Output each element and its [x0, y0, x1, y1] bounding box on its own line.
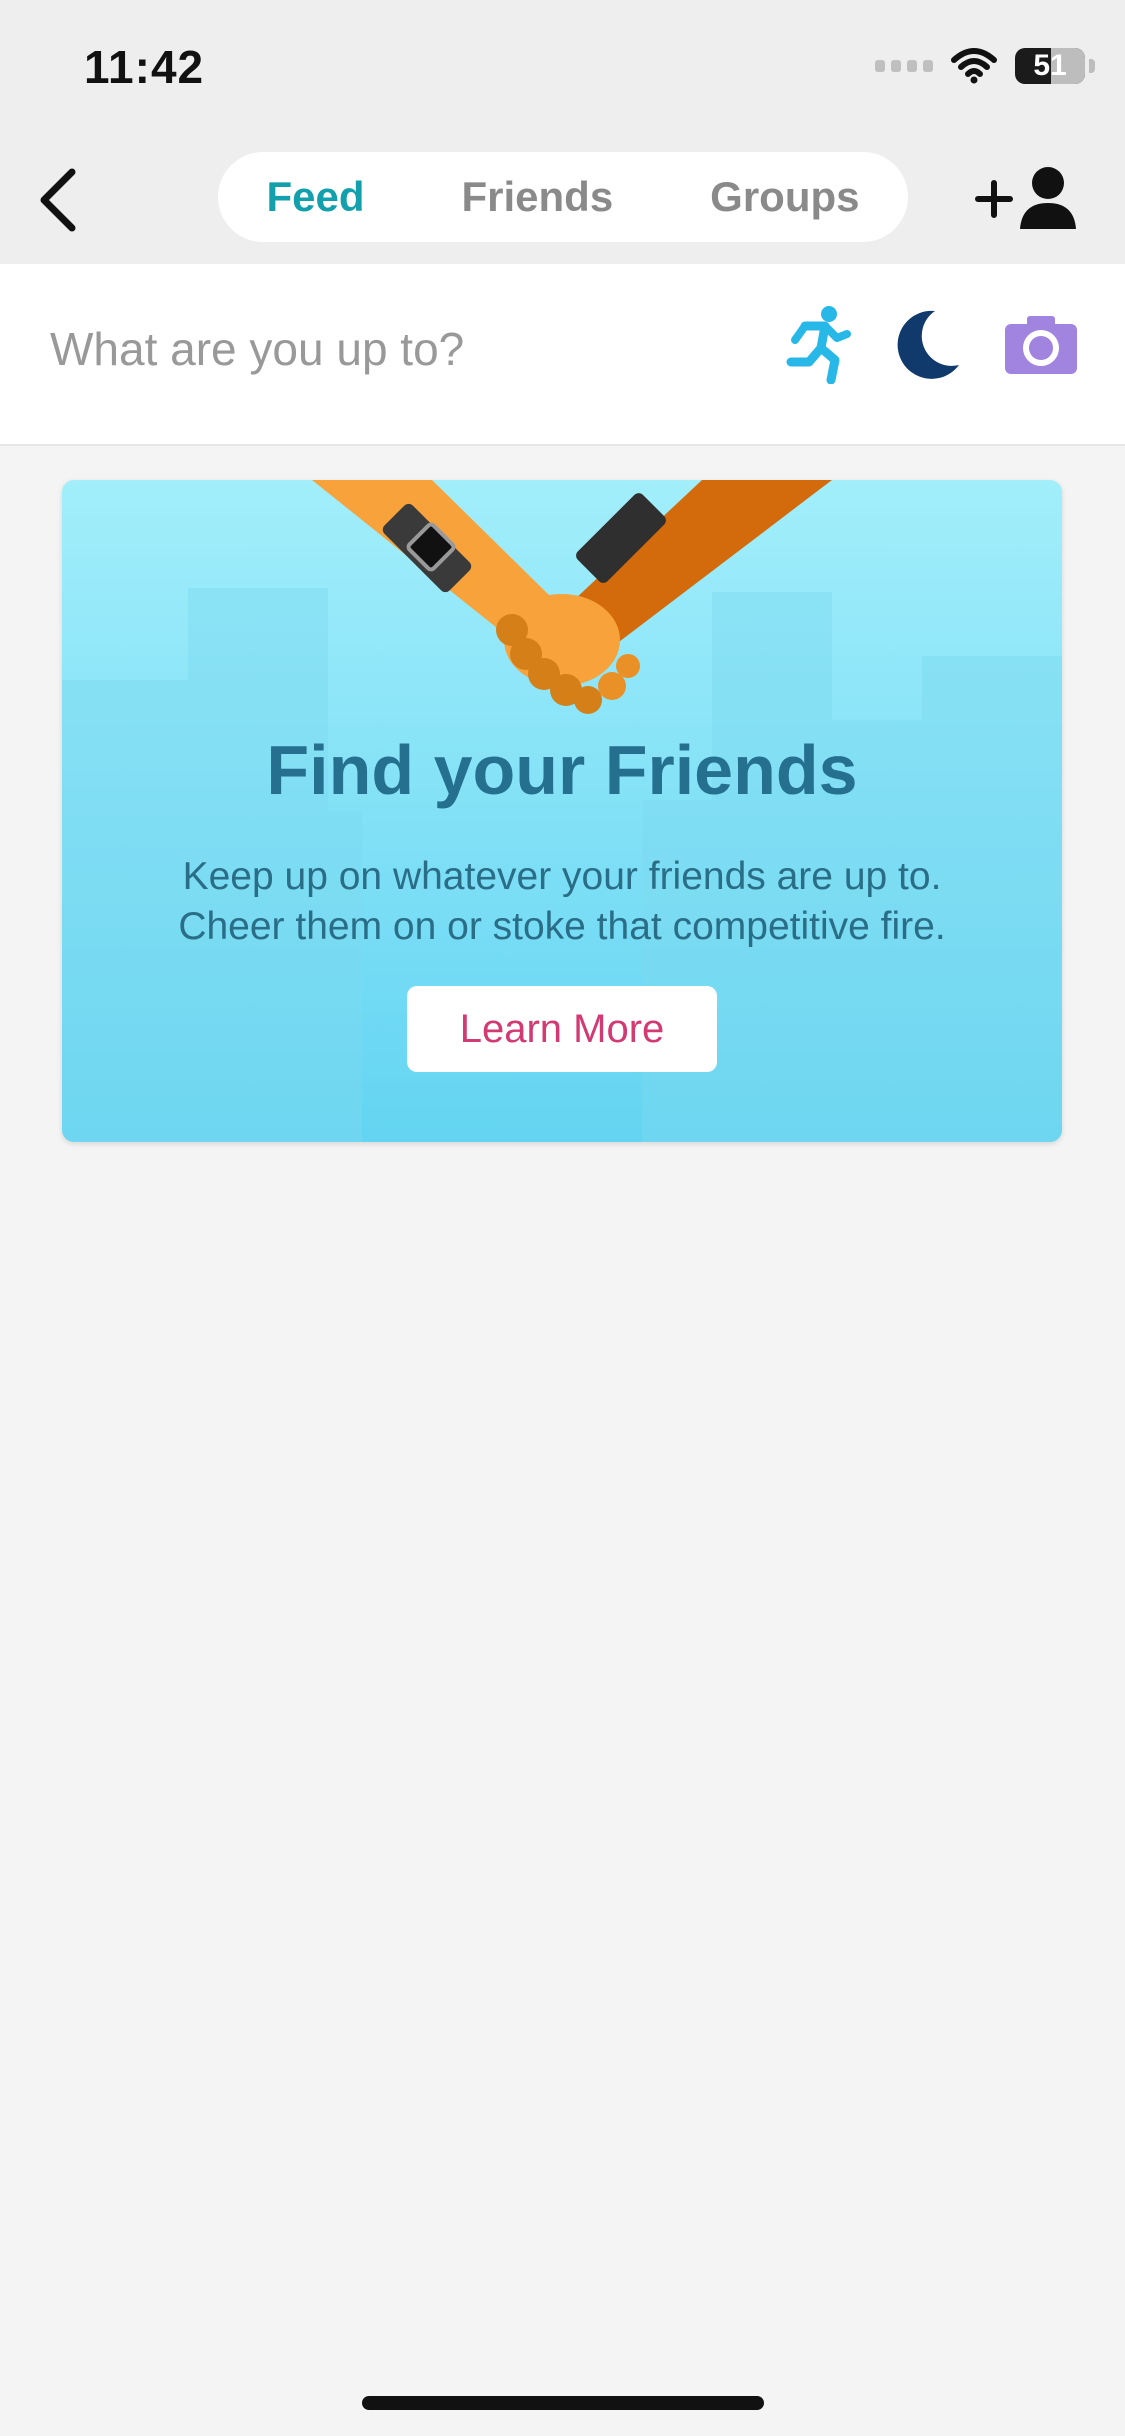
chevron-left-icon	[40, 168, 76, 232]
status-icons: 51	[875, 48, 1095, 84]
find-friends-card: Find your Friends Keep up on whatever yo…	[62, 480, 1062, 1142]
battery-icon: 51	[1015, 48, 1095, 84]
composer-actions	[781, 304, 1077, 384]
card-description: Keep up on whatever your friends are up …	[62, 852, 1062, 952]
status-input[interactable]: What are you up to?	[50, 322, 464, 376]
home-indicator[interactable]	[362, 2396, 764, 2410]
add-friend-button[interactable]	[970, 158, 1090, 238]
running-icon[interactable]	[781, 304, 851, 384]
battery-level: 51	[1033, 49, 1067, 82]
top-bar: 11:42 51 Feed Friends Groups	[0, 0, 1125, 264]
moon-icon[interactable]	[895, 309, 961, 379]
add-person-icon	[975, 167, 1076, 229]
cellular-signal-icon	[875, 60, 933, 72]
status-composer: What are you up to?	[0, 264, 1125, 446]
learn-more-button[interactable]: Learn More	[407, 986, 717, 1072]
status-time: 11:42	[84, 41, 205, 93]
wifi-icon	[951, 48, 997, 84]
handshake-illustration	[312, 480, 832, 714]
card-title: Find your Friends	[266, 731, 858, 809]
card-description-line-1: Keep up on whatever your friends are up …	[182, 855, 942, 898]
tab-friends[interactable]: Friends	[461, 173, 613, 221]
feed-tabs: Feed Friends Groups	[218, 152, 908, 242]
back-button[interactable]	[20, 162, 96, 238]
camera-icon[interactable]	[1005, 314, 1077, 374]
card-description-line-2: Cheer them on or stoke that competitive …	[178, 905, 946, 948]
tab-groups[interactable]: Groups	[710, 173, 859, 221]
tab-feed[interactable]: Feed	[266, 173, 364, 221]
